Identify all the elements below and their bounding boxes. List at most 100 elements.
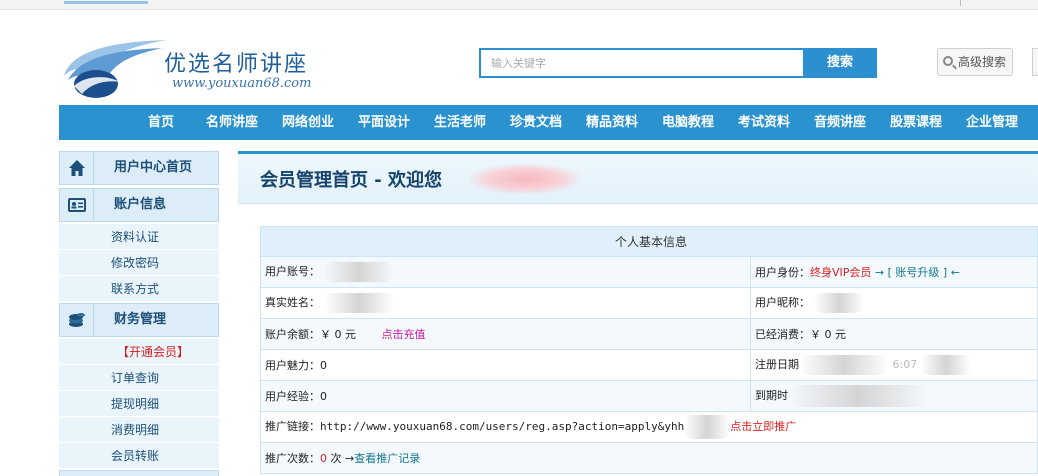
upgrade-link[interactable]: 账号升级: [895, 266, 939, 279]
promo-link-label: 推广链接：: [265, 420, 320, 433]
nickname-cell: 用户昵称：: [750, 287, 1038, 319]
promo-records-prefix: →: [345, 452, 355, 465]
table-row: 用户魅力：0 注册日期 6:07: [260, 349, 1038, 381]
header-edge-button[interactable]: [1032, 48, 1038, 76]
sidebar-header-label: 财务管理: [114, 312, 167, 327]
nav-item-home[interactable]: 首页: [148, 105, 174, 140]
sidebar-item-orders[interactable]: 订单查询: [59, 365, 219, 391]
promo-count-value: 0: [320, 452, 327, 465]
nav-item-business[interactable]: 企业管理: [966, 105, 1018, 140]
sidebar-item-verification[interactable]: 资料认证: [59, 224, 219, 250]
nav-item-lectures[interactable]: 名师讲座: [206, 105, 258, 140]
recharge-link[interactable]: 点击充值: [382, 328, 426, 341]
nav-item-materials[interactable]: 精品资料: [586, 105, 638, 140]
regdate-cell: 注册日期 6:07: [750, 349, 1038, 381]
sidebar-item-spending[interactable]: 消费明细: [59, 417, 219, 443]
top-strip: [0, 0, 1038, 10]
coins-icon: [69, 313, 85, 327]
spent-label: 已经消费：: [755, 328, 810, 341]
charm-value: 0: [320, 359, 327, 372]
site-logo[interactable]: 优选名师讲座 www.youxuan68.com: [62, 36, 332, 100]
table-row: 推广次数：0 次 →查看推广记录: [260, 442, 1038, 474]
table-row: 用户经验：0 到期时: [260, 380, 1038, 412]
sidebar-header-label: 用户中心首页: [114, 160, 193, 175]
nav-item-exams[interactable]: 考试资料: [738, 105, 790, 140]
charm-cell: 用户魅力：0: [260, 349, 751, 381]
search-button[interactable]: 搜索: [803, 50, 877, 76]
sidebar-item-password[interactable]: 修改密码: [59, 250, 219, 276]
charm-label: 用户魅力：: [265, 359, 320, 372]
redacted-expire: [788, 385, 928, 407]
main-panel: 会员管理首页 - 欢迎您 个人基本信息 用户账号： 用户身份：终身VIP会员 →…: [238, 151, 1038, 476]
nav-item-computer[interactable]: 电脑教程: [662, 105, 714, 140]
redacted-regdate-tail: [920, 355, 971, 375]
promo-link-cell: 推广链接：http://www.youxuan68.com/users/reg.…: [260, 411, 1038, 443]
identity-cell: 用户身份：终身VIP会员 → [ 账号升级 ] ←: [750, 256, 1038, 288]
top-link-fragment: [64, 0, 148, 4]
sidebar-header-user-center[interactable]: 用户中心首页: [59, 151, 219, 185]
table-caption: 个人基本信息: [260, 226, 1038, 257]
sidebar-item-withdrawals[interactable]: 提现明细: [59, 391, 219, 417]
home-icon: [69, 160, 85, 176]
page-title: 会员管理首页 - 欢迎您: [260, 170, 443, 191]
sidebar-header-account[interactable]: 账户信息: [59, 188, 219, 222]
sidebar-item-open-membership[interactable]: 【开通会员】: [59, 339, 219, 365]
exp-label: 用户经验：: [265, 390, 320, 403]
nav-item-startup[interactable]: 网络创业: [282, 105, 334, 140]
spent-value: ￥ 0 元: [810, 328, 846, 341]
page-title-bar: 会员管理首页 - 欢迎您: [238, 154, 1038, 204]
nickname-label: 用户昵称：: [755, 296, 810, 309]
nav-item-documents[interactable]: 珍贵文档: [510, 105, 562, 140]
table-row: 真实姓名： 用户昵称：: [260, 287, 1038, 319]
site-url: www.youxuan68.com: [172, 76, 312, 91]
realname-label: 真实姓名：: [265, 296, 320, 309]
table-row: 用户账号： 用户身份：终身VIP会员 → [ 账号升级 ] ←: [260, 256, 1038, 288]
sidebar-item-transfer[interactable]: 会员转账: [59, 443, 219, 469]
table-row: 推广链接：http://www.youxuan68.com/users/reg.…: [260, 411, 1038, 443]
regdate-label: 注册日期: [755, 358, 799, 371]
sidebar-header-label: 账户信息: [114, 197, 167, 212]
redacted-account: [323, 262, 394, 282]
table-row: 账户余额：￥ 0 元 点击充值 已经消费：￥ 0 元: [260, 318, 1038, 350]
realname-cell: 真实姓名：: [260, 287, 751, 319]
exp-cell: 用户经验：0: [260, 380, 751, 412]
sidebar-header-finance[interactable]: 财务管理: [59, 303, 219, 337]
nav-item-audio[interactable]: 音频讲座: [814, 105, 866, 140]
upgrade-prefix: → [: [874, 266, 892, 279]
balance-cell: 账户余额：￥ 0 元 点击充值: [260, 318, 751, 350]
expire-label: 到期时: [755, 389, 788, 402]
advanced-search-button[interactable]: 高级搜索: [937, 48, 1013, 76]
sidebar-item-contact[interactable]: 联系方式: [59, 276, 219, 302]
redacted-nickname: [813, 293, 864, 313]
redacted-promo-id: [684, 415, 731, 439]
main-nav: 首页 名师讲座 网络创业 平面设计 生活老师 珍贵文档 精品资料 电脑教程 考试…: [59, 105, 1038, 140]
nav-item-stocks[interactable]: 股票课程: [890, 105, 942, 140]
promo-records-link[interactable]: 查看推广记录: [354, 452, 420, 465]
top-divider: [960, 0, 961, 6]
profile-table: 个人基本信息 用户账号： 用户身份：终身VIP会员 → [ 账号升级 ] ← 真…: [260, 226, 1038, 474]
account-label: 用户账号：: [265, 265, 320, 278]
promo-link-value[interactable]: http://www.youxuan68.com/users/reg.asp?a…: [320, 420, 684, 433]
identity-value: 终身VIP会员: [810, 266, 872, 279]
promo-count-label: 推广次数：: [265, 452, 320, 465]
search-input[interactable]: [481, 50, 801, 76]
table-row: 个人基本信息: [260, 226, 1038, 257]
spent-cell: 已经消费：￥ 0 元: [750, 318, 1038, 350]
redacted-realname: [323, 293, 394, 313]
regdate-partial: 6:07: [892, 358, 918, 371]
promo-count-cell: 推广次数：0 次 →查看推广记录: [260, 442, 1038, 474]
expire-cell: 到期时: [750, 380, 1038, 412]
nav-item-life[interactable]: 生活老师: [434, 105, 486, 140]
redacted-username: [470, 164, 580, 194]
exp-value: 0: [320, 390, 327, 403]
promo-count-unit: 次: [330, 452, 342, 465]
sidebar-header-next[interactable]: [59, 470, 219, 476]
account-cell: 用户账号：: [260, 256, 751, 288]
search-bar: 搜索: [479, 48, 877, 78]
balance-label: 账户余额：: [265, 328, 320, 341]
nav-item-design[interactable]: 平面设计: [358, 105, 410, 140]
advanced-search-label: 高级搜索: [958, 55, 1007, 69]
identity-label: 用户身份：: [755, 266, 810, 279]
balance-value: ￥ 0 元: [320, 328, 356, 341]
promo-action-link[interactable]: 点击立即推广: [730, 420, 796, 433]
